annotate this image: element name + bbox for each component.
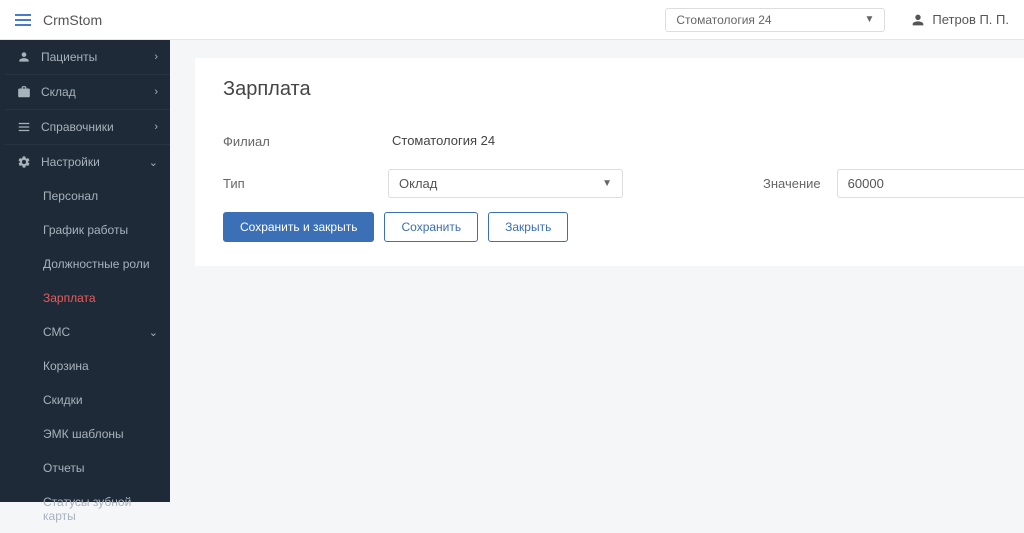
close-button[interactable]: Закрыть [488, 212, 568, 242]
sidebar-item-label: Скидки [43, 393, 83, 407]
save-button[interactable]: Сохранить [384, 212, 478, 242]
user-menu[interactable]: Петров П. П. [910, 12, 1009, 28]
sidebar-item-settings[interactable]: Настройки ⌄ [5, 144, 170, 179]
branch-label: Филиал [223, 134, 388, 149]
sidebar-item-salary[interactable]: Зарплата [5, 281, 170, 315]
sidebar-item-label: Статусы зубной карты [43, 495, 158, 523]
patients-icon [17, 50, 31, 64]
sidebar-item-label: График работы [43, 223, 128, 237]
chevron-right-icon: › [154, 51, 158, 63]
warehouse-icon [17, 85, 31, 99]
save-close-button[interactable]: Сохранить и закрыть [223, 212, 374, 242]
sidebar-item-references[interactable]: Справочники › [5, 109, 170, 144]
topbar: CrmStom Стоматология 24 ▼ Петров П. П. [0, 0, 1024, 40]
sidebar-item-label: Корзина [43, 359, 89, 373]
chevron-down-icon: ▼ [602, 178, 612, 189]
hamburger-icon[interactable] [15, 14, 31, 26]
branch-select-value: Стоматология 24 [392, 133, 495, 148]
sidebar-item-schedule[interactable]: График работы [5, 213, 170, 247]
sidebar: Пациенты › Склад › Справочники › Настрой… [5, 40, 170, 502]
sidebar-item-discounts[interactable]: Скидки [5, 383, 170, 417]
user-name: Петров П. П. [932, 12, 1009, 27]
sidebar-item-trash[interactable]: Корзина [5, 349, 170, 383]
references-icon [17, 120, 31, 134]
sidebar-item-label: Должностные роли [43, 257, 150, 271]
sidebar-item-sms[interactable]: СМС ⌄ [5, 315, 170, 349]
sidebar-item-dental-statuses[interactable]: Статусы зубной карты [5, 485, 170, 533]
branch-select[interactable]: Стоматология 24 × ▼ [388, 127, 1024, 155]
sidebar-item-label: Пациенты [41, 50, 97, 64]
user-icon [910, 12, 926, 28]
chevron-down-icon: ⌄ [149, 326, 158, 339]
sidebar-item-label: Склад [41, 85, 76, 99]
sidebar-item-label: СМС [43, 325, 70, 339]
sidebar-item-warehouse[interactable]: Склад › [5, 74, 170, 109]
type-select[interactable]: Оклад ▼ [388, 169, 623, 198]
sidebar-item-label: Зарплата [43, 291, 96, 305]
sidebar-item-label: Справочники [41, 120, 114, 134]
sidebar-item-reports[interactable]: Отчеты [5, 451, 170, 485]
page-title: Зарплата [223, 78, 1024, 101]
org-selector-value: Стоматология 24 [676, 13, 771, 27]
sidebar-item-emc[interactable]: ЭМК шаблоны [5, 417, 170, 451]
sidebar-item-patients[interactable]: Пациенты › [5, 40, 170, 74]
type-label: Тип [223, 176, 388, 191]
value-label: Значение [763, 176, 821, 191]
chevron-right-icon: › [154, 121, 158, 133]
sidebar-item-staff[interactable]: Персонал [5, 179, 170, 213]
main-content: Зарплата Филиал Стоматология 24 × ▼ Тип [170, 40, 1024, 502]
type-select-value: Оклад [399, 176, 437, 191]
value-input[interactable] [837, 169, 1024, 198]
sidebar-item-label: Настройки [41, 155, 100, 169]
chevron-right-icon: › [154, 86, 158, 98]
chevron-down-icon: ⌄ [149, 156, 158, 169]
chevron-down-icon: ▼ [864, 14, 874, 25]
brand: CrmStom [43, 12, 102, 28]
sidebar-item-label: Отчеты [43, 461, 84, 475]
sidebar-item-label: Персонал [43, 189, 98, 203]
gear-icon [17, 155, 31, 169]
sidebar-item-roles[interactable]: Должностные роли [5, 247, 170, 281]
org-selector[interactable]: Стоматология 24 ▼ [665, 8, 885, 32]
sidebar-item-label: ЭМК шаблоны [43, 427, 124, 441]
